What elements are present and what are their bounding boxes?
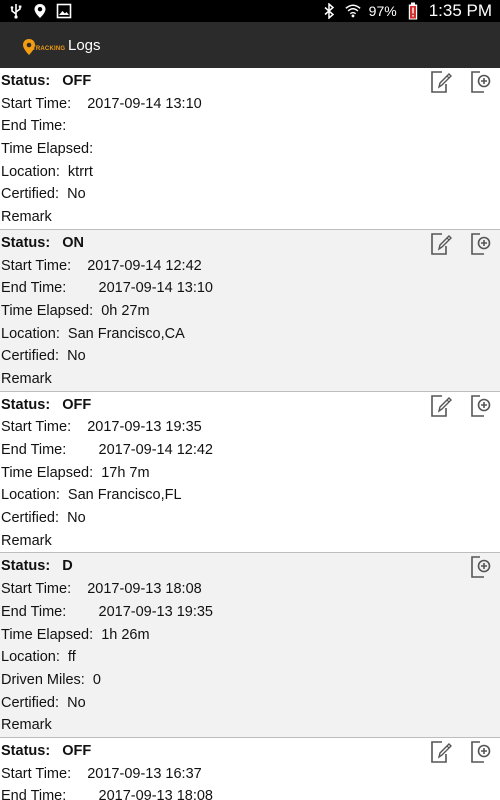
add-document-icon[interactable] bbox=[468, 70, 492, 94]
time-elapsed-row: Time Elapsed: bbox=[1, 141, 94, 158]
app-toolbar: TRACKING Logs bbox=[0, 22, 500, 68]
certified-row: Certified: No bbox=[0, 345, 500, 368]
log-entry[interactable]: Status: OFF Start Time: 2017-09-13 16:37… bbox=[0, 738, 500, 800]
start-time-row: Start Time: 2017-09-13 16:37 bbox=[0, 763, 500, 786]
start-time-row: Start Time: 2017-09-14 13:10 bbox=[0, 93, 500, 116]
location-row: Location: San Francisco,CA bbox=[0, 323, 500, 346]
battery-alert-icon bbox=[405, 2, 421, 20]
end-time-value: 2017-09-14 12:42 bbox=[98, 442, 214, 458]
certified-row: Certified: No bbox=[0, 507, 500, 530]
location-value: ktrrt bbox=[67, 163, 93, 180]
start-time-row: Start Time: 2017-09-14 12:42 bbox=[0, 255, 500, 278]
time-elapsed-value: 0h 27m bbox=[101, 302, 150, 319]
start-time-row: Start Time: 2017-09-13 18:08 bbox=[0, 578, 500, 601]
status-value: D bbox=[62, 558, 73, 575]
add-document-icon[interactable] bbox=[468, 232, 492, 256]
status-value: OFF bbox=[62, 742, 92, 759]
time-elapsed-row: Time Elapsed: 0h 27m bbox=[0, 300, 500, 323]
end-time-value: 2017-09-14 13:10 bbox=[98, 280, 214, 297]
driven-miles-value: 0 bbox=[92, 671, 101, 688]
certified-value: No bbox=[67, 186, 86, 203]
app-logo: TRACKING bbox=[22, 30, 66, 60]
status-row: Status: ON bbox=[0, 232, 500, 255]
usb-icon bbox=[8, 3, 24, 19]
bluetooth-icon bbox=[321, 3, 337, 19]
page-title: Logs bbox=[68, 36, 101, 54]
add-document-icon[interactable] bbox=[468, 555, 492, 579]
location-row: Location: ktrrt bbox=[0, 161, 500, 184]
log-entry[interactable]: Status: ON Start Time: 2017-09-14 12:42 … bbox=[0, 229, 500, 392]
log-entry[interactable]: Status: OFF Start Time: 2017-09-13 19:35… bbox=[0, 392, 500, 554]
edit-document-icon[interactable] bbox=[428, 740, 452, 764]
battery-percentage: 97% bbox=[368, 3, 397, 19]
start-time-value: 2017-09-13 16:37 bbox=[87, 765, 202, 782]
log-entry[interactable]: Status: OFF Start Time: 2017-09-14 13:10… bbox=[0, 68, 500, 230]
start-time-value: 2017-09-13 18:08 bbox=[87, 581, 202, 598]
status-row: Status: D bbox=[0, 555, 500, 578]
add-document-icon[interactable] bbox=[468, 740, 492, 764]
edit-document-icon[interactable] bbox=[428, 232, 452, 256]
add-document-icon[interactable] bbox=[468, 394, 492, 418]
end-time-value: 2017-09-13 18:08 bbox=[98, 788, 214, 800]
logs-list[interactable]: Status: OFF Start Time: 2017-09-14 13:10… bbox=[0, 68, 500, 800]
remark-row: Remark bbox=[1, 532, 52, 549]
remark-row: Remark bbox=[1, 370, 52, 387]
start-time-row: Start Time: 2017-09-13 19:35 bbox=[0, 416, 500, 439]
remark-row: Remark bbox=[1, 209, 52, 226]
location-pin-icon bbox=[32, 3, 48, 19]
status-value: OFF bbox=[62, 396, 92, 413]
start-time-value: 2017-09-13 19:35 bbox=[87, 419, 202, 436]
status-row: Status: OFF bbox=[0, 740, 500, 763]
location-value: San Francisco,FL bbox=[67, 487, 182, 504]
certified-value: No bbox=[67, 694, 86, 711]
certified-row: Certified: No bbox=[0, 692, 500, 715]
time-elapsed-row: Time Elapsed: 1h 26m bbox=[0, 624, 500, 647]
status-row: Status: OFF bbox=[0, 70, 500, 93]
wifi-icon bbox=[345, 3, 361, 19]
end-time-row: End Time: 2017-09-13 18:08 bbox=[0, 785, 500, 800]
start-time-value: 2017-09-14 12:42 bbox=[87, 257, 202, 274]
end-time-value: 2017-09-13 19:35 bbox=[98, 603, 214, 620]
certified-value: No bbox=[67, 510, 86, 527]
location-value: San Francisco,CA bbox=[67, 325, 185, 342]
end-time-row: End Time: 2017-09-14 13:10 bbox=[0, 277, 500, 300]
status-row: Status: OFF bbox=[0, 394, 500, 417]
status-value: ON bbox=[62, 234, 84, 251]
end-time-row: End Time: 2017-09-13 19:35 bbox=[0, 601, 500, 624]
certified-row: Certified: No bbox=[0, 183, 500, 206]
time-elapsed-row: Time Elapsed: 17h 7m bbox=[0, 462, 500, 485]
image-notification-icon bbox=[56, 3, 72, 19]
status-value: OFF bbox=[62, 73, 92, 89]
time-elapsed-value: 17h 7m bbox=[101, 464, 150, 481]
log-entry[interactable]: Status: D Start Time: 2017-09-13 18:08 E… bbox=[0, 553, 500, 738]
location-row: Location: ff bbox=[0, 646, 500, 669]
end-time-row: End Time: 2017-09-14 12:42 bbox=[0, 439, 500, 462]
time-elapsed-value: 1h 26m bbox=[101, 626, 150, 643]
system-status-bar: 97% 1:35 PM bbox=[0, 0, 500, 22]
logo-wordmark: TRACKING bbox=[32, 46, 66, 52]
start-time-value: 2017-09-14 13:10 bbox=[87, 95, 202, 112]
certified-value: No bbox=[67, 348, 86, 365]
end-time-row: End Time: bbox=[1, 118, 67, 135]
remark-row: Remark bbox=[1, 717, 52, 734]
location-value: ff bbox=[67, 649, 76, 666]
location-row: Location: San Francisco,FL bbox=[0, 484, 500, 507]
clock: 1:35 PM bbox=[428, 1, 492, 20]
edit-document-icon[interactable] bbox=[428, 394, 452, 418]
edit-document-icon[interactable] bbox=[428, 70, 452, 94]
driven-miles-row: Driven Miles: 0 bbox=[0, 669, 500, 692]
